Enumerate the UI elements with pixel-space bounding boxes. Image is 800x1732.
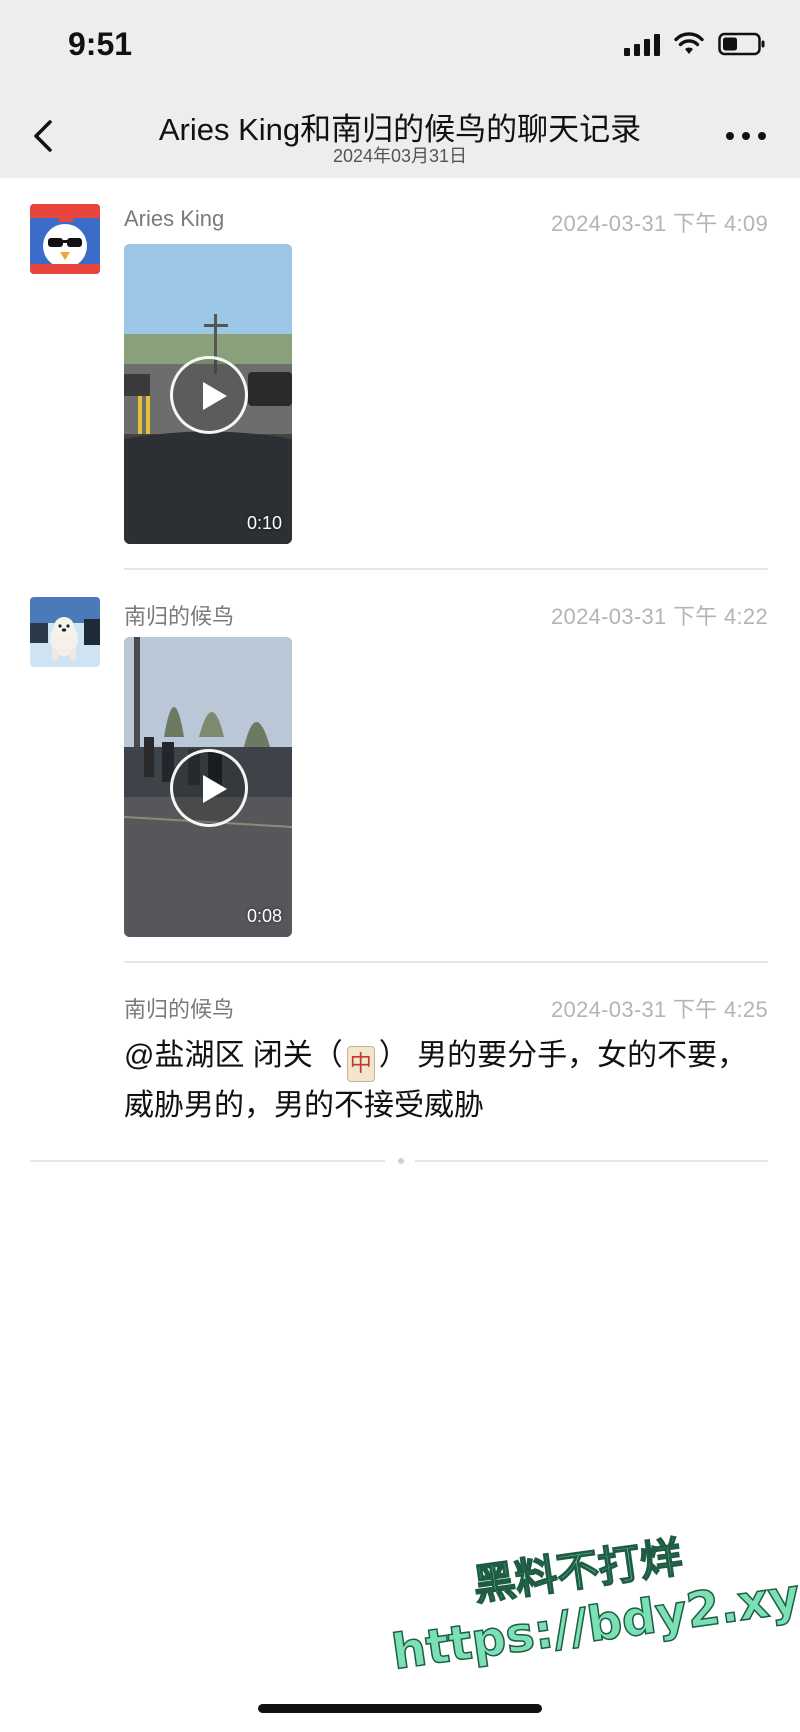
avatar[interactable] (30, 204, 100, 274)
end-divider-right (415, 1160, 768, 1162)
battery-icon (718, 32, 766, 56)
top-bar: 9:51 Aries King和南归的候鸟的聊天记录 2024年03月31日 (0, 0, 800, 178)
message-text: @盐湖区 闭关（中） 男的要分手，女的不要，威胁男的，男的不接受威胁 (124, 1032, 764, 1130)
avatar[interactable] (30, 597, 100, 667)
message-time: 2024-03-31 下午 4:09 (551, 211, 768, 236)
sender-name: 南归的候鸟 (124, 604, 235, 629)
status-time: 9:51 (68, 26, 133, 62)
video-message[interactable]: 0:10 (124, 244, 292, 544)
cartoon-rooster-avatar (30, 204, 100, 274)
message-text-part: @盐湖区 闭关（ (124, 1039, 343, 1072)
video-message[interactable]: 0:08 (124, 637, 292, 937)
status-icons (624, 32, 766, 56)
video-duration: 0:10 (246, 513, 282, 533)
message-divider (124, 568, 768, 570)
end-divider-dot (398, 1158, 404, 1164)
message-divider (124, 961, 768, 963)
sender-name: Aries King (124, 206, 225, 231)
chat-date: 2024年03月31日 (332, 146, 468, 166)
message-time: 2024-03-31 下午 4:22 (551, 604, 768, 629)
more-options-icon[interactable] (726, 130, 766, 142)
end-divider-left (30, 1160, 385, 1162)
video-duration: 0:08 (246, 906, 282, 926)
message-time: 2024-03-31 下午 4:25 (551, 997, 768, 1022)
sender-name: 南归的候鸟 (124, 997, 235, 1022)
wifi-icon (674, 32, 704, 56)
play-icon[interactable] (170, 356, 248, 434)
dog-photo-avatar (30, 597, 100, 667)
home-indicator[interactable] (258, 1704, 542, 1713)
play-icon[interactable] (170, 749, 248, 827)
signal-icon (624, 32, 660, 56)
watermark: 黑料不打烊 https://bdy2.xyz (380, 1504, 800, 1681)
mahjong-emoji-icon: 中 (346, 1046, 375, 1082)
back-chevron-icon[interactable] (26, 112, 60, 160)
